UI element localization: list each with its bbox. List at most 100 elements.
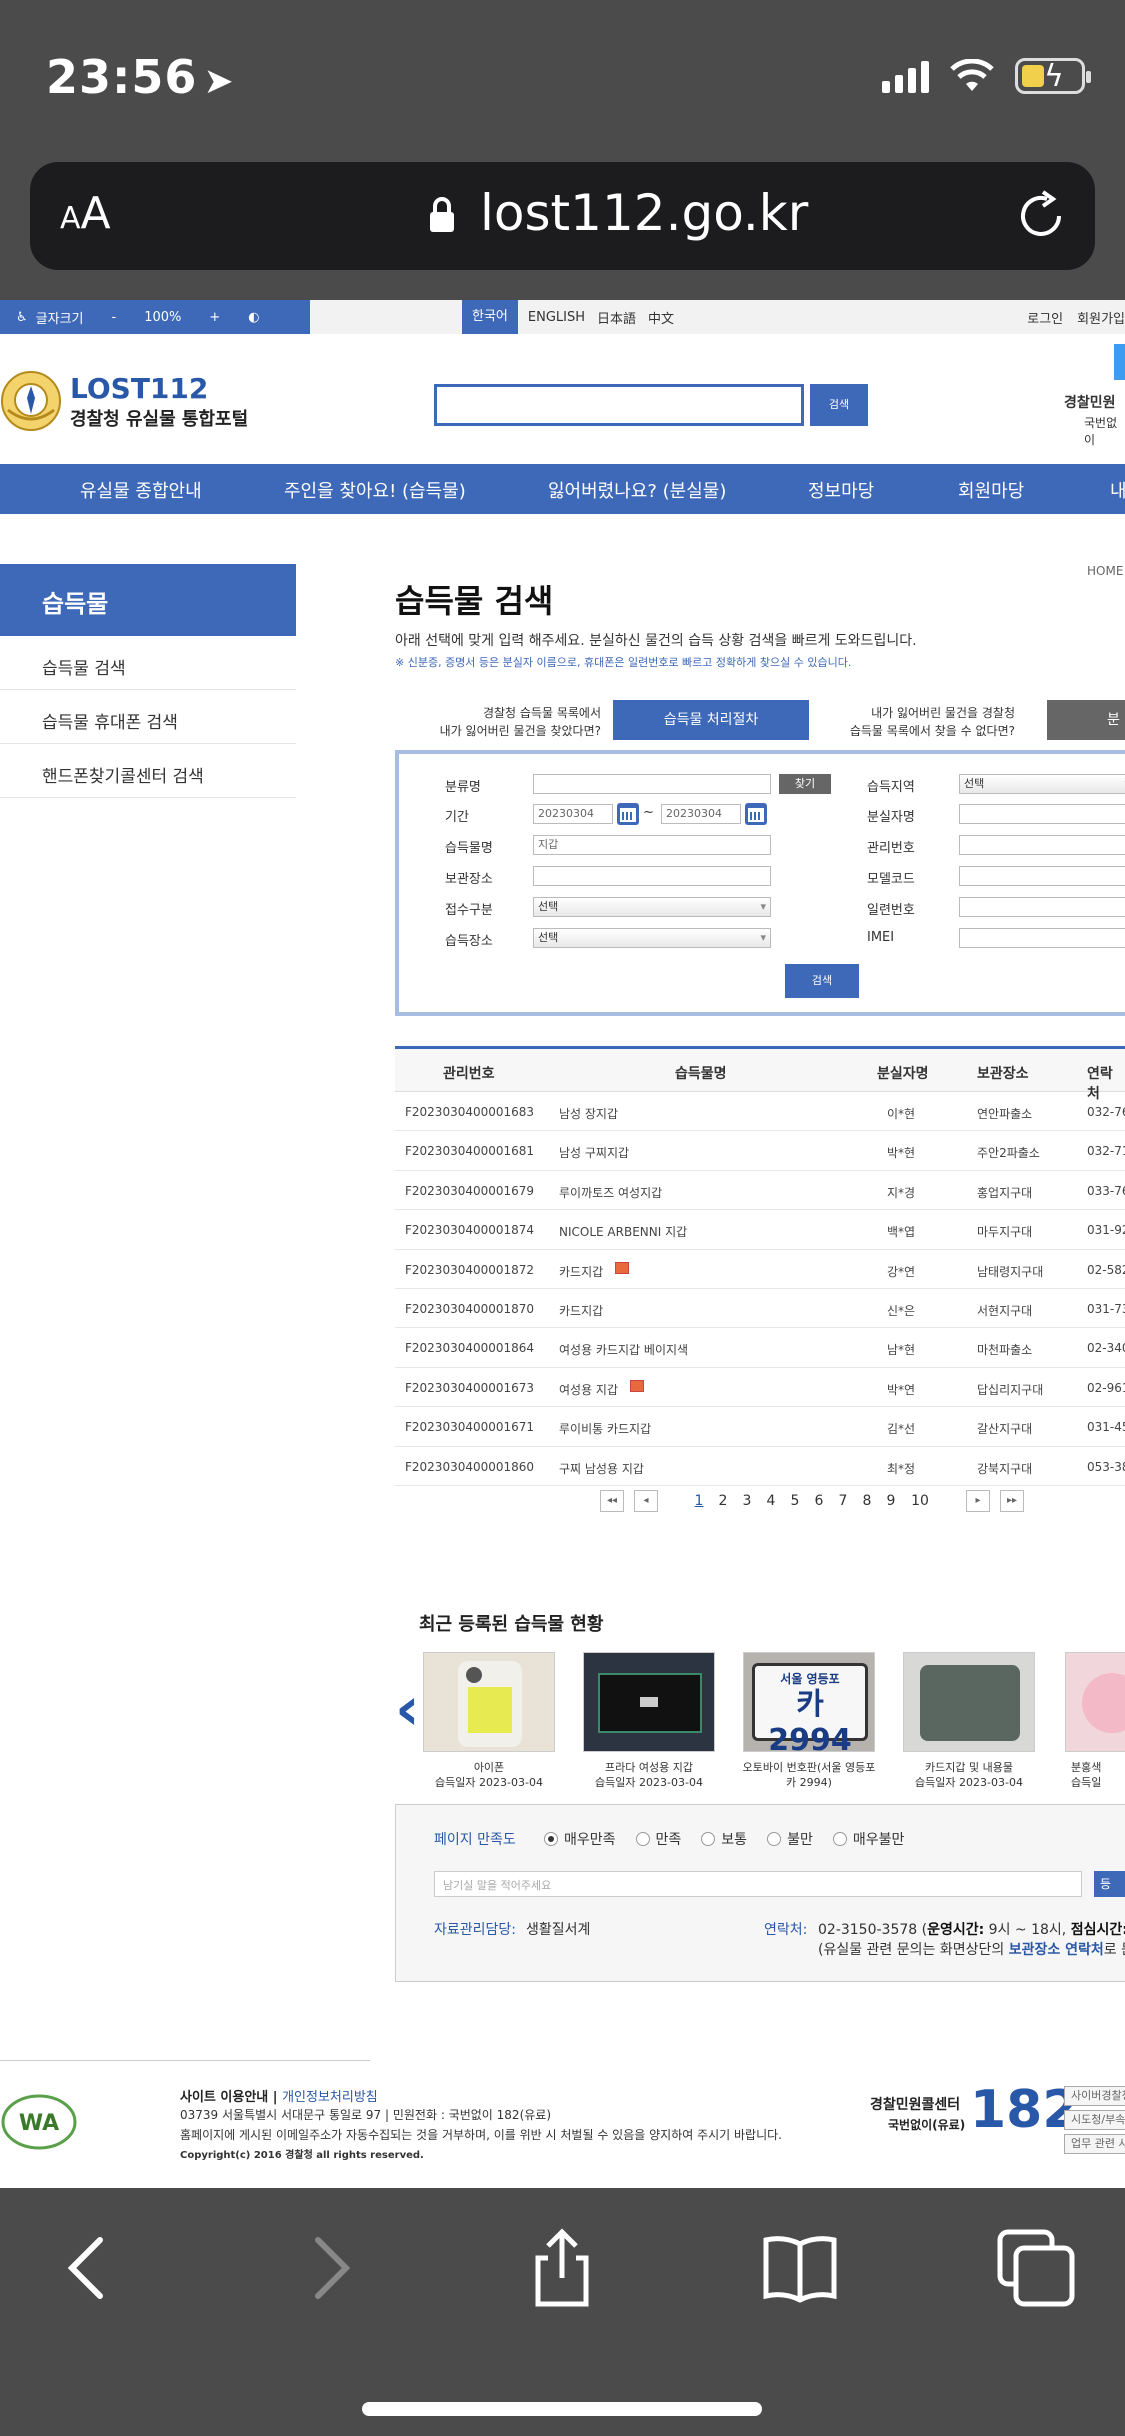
page-3[interactable]: 3 (740, 1493, 754, 1509)
page-7[interactable]: 7 (836, 1493, 850, 1509)
calendar-from-icon[interactable] (617, 803, 639, 825)
font-minus-button[interactable]: - (112, 310, 117, 325)
forward-icon[interactable] (290, 2228, 370, 2308)
table-row[interactable]: F2023030400001864 여성용 카드지갑 베이지색 남*현 마천파출소 02… (395, 1328, 1125, 1368)
tabs-icon[interactable] (996, 2228, 1076, 2308)
survey-option-satisfied[interactable]: 만족 (635, 1829, 681, 1849)
pager-prev-button[interactable]: ◂ (634, 1490, 658, 1512)
lang-japanese[interactable]: 日本語 (597, 308, 636, 327)
serial-input[interactable] (959, 897, 1125, 917)
radio-icon[interactable] (635, 1832, 650, 1846)
footer-link-cyber-police[interactable]: 사이버경찰청 (1064, 2086, 1125, 2106)
lang-chinese[interactable]: 中文 (648, 308, 674, 327)
table-row[interactable]: F2023030400001870 카드지갑 신*은 서현지구대 031-736-6 (395, 1289, 1125, 1329)
footer-link-related[interactable]: 업무 관련 사 (1064, 2134, 1125, 2154)
contrast-icon[interactable]: ◐ (248, 310, 259, 325)
page-6[interactable]: 6 (812, 1493, 826, 1509)
table-row[interactable]: F2023030400001860 구찌 남성용 지갑 최*정 강북지구대 053-38… (395, 1447, 1125, 1486)
form-search-button[interactable]: 검색 (785, 964, 859, 998)
row-name[interactable]: 남성 장지갑 (559, 1105, 618, 1122)
item-name-input[interactable]: 지갑 (533, 835, 771, 855)
row-name[interactable]: 루이까토즈 여성지갑 (559, 1184, 662, 1201)
mgmt-input[interactable] (959, 835, 1125, 855)
nav-guide[interactable]: 유실물 종합안내 (80, 477, 202, 503)
category-input[interactable] (533, 774, 771, 794)
date-to-input[interactable]: 20230304 (661, 804, 741, 824)
join-link[interactable]: 회원가입 (1077, 308, 1125, 327)
owner-input[interactable] (959, 804, 1125, 824)
row-name[interactable]: 카드지갑 (559, 1302, 603, 1319)
table-row[interactable]: F2023030400001671 루이비통 카드지갑 김*선 갈산지구대 031-45… (395, 1407, 1125, 1447)
breadcrumb[interactable]: HOME (1087, 564, 1123, 578)
page-8[interactable]: 8 (860, 1493, 874, 1509)
radio-icon[interactable] (767, 1832, 782, 1846)
row-name[interactable]: 루이비통 카드지갑 (559, 1420, 651, 1437)
share-icon[interactable] (522, 2228, 602, 2308)
nav-lost[interactable]: 잃어버렸나요? (분실물) (548, 477, 726, 503)
process-guide-button[interactable]: 습득물 처리절차 (613, 700, 809, 740)
row-name[interactable]: NICOLE ARBENNI 지갑 (559, 1223, 687, 1240)
nav-found[interactable]: 주인을 찾아요! (습득물) (284, 477, 466, 503)
page-2[interactable]: 2 (716, 1493, 730, 1509)
text-size-button[interactable]: AA (60, 188, 111, 239)
nav-more[interactable]: 내 (1110, 477, 1125, 503)
page-9[interactable]: 9 (884, 1493, 898, 1509)
table-row[interactable]: F2023030400001681 남성 구찌지갑 박*현 주안2파출소 032-717… (395, 1131, 1125, 1171)
login-link[interactable]: 로그인 (1027, 308, 1063, 327)
recent-item-3[interactable]: 서울 영등포 카 2994 오토바이 번호판(서울 영등포 카 2994) (739, 1652, 879, 1790)
model-input[interactable] (959, 866, 1125, 886)
recent-item-4[interactable]: 카드지갑 및 내용물 습득일자 2023-03-04 (899, 1652, 1039, 1790)
page-10[interactable]: 10 (908, 1493, 932, 1509)
lang-korean[interactable]: 한국어 (462, 300, 518, 334)
receipt-select[interactable]: 선택 (533, 897, 771, 917)
survey-submit-button[interactable]: 등 (1094, 1871, 1125, 1897)
site-search-button[interactable]: 검색 (810, 384, 868, 426)
table-row[interactable]: F2023030400001874 NICOLE ARBENNI 지갑 백*엽 마두지… (395, 1210, 1125, 1250)
survey-option-very-dissatisfied[interactable]: 매우불만 (832, 1829, 904, 1849)
pager-first-button[interactable]: ◂◂ (600, 1490, 624, 1512)
url-text[interactable]: lost112.go.kr (480, 184, 808, 242)
page-1[interactable]: 1 (692, 1493, 706, 1509)
nav-info[interactable]: 정보마당 (808, 477, 874, 503)
row-name[interactable]: 여성용 지갑 (559, 1381, 618, 1398)
header-tab[interactable] (1114, 344, 1125, 380)
privacy-link[interactable]: 개인정보처리방침 (282, 2090, 378, 2105)
radio-icon[interactable] (832, 1832, 847, 1846)
sidebar-item-found-search[interactable]: 습득물 검색 (0, 636, 296, 690)
survey-option-neutral[interactable]: 보통 (701, 1829, 747, 1849)
date-from-input[interactable]: 20230304 (533, 804, 613, 824)
site-logo[interactable]: LOST112 경찰청 유실물 통합포털 (0, 370, 248, 432)
place-select[interactable]: 선택 (533, 928, 771, 948)
row-name[interactable]: 카드지갑 (559, 1263, 603, 1280)
nav-member[interactable]: 회원마당 (958, 477, 1024, 503)
radio-icon[interactable] (701, 1832, 716, 1846)
contact-note-link[interactable]: 보관장소 연락처 (1009, 1942, 1104, 1958)
font-plus-button[interactable]: + (209, 310, 220, 325)
survey-option-dissatisfied[interactable]: 불만 (767, 1829, 813, 1849)
row-name[interactable]: 남성 구찌지갑 (559, 1144, 629, 1161)
recent-item-1[interactable]: 아이폰 습득일자 2023-03-04 (419, 1652, 559, 1790)
site-info-link[interactable]: 사이트 이용안내 (180, 2090, 268, 2105)
table-row[interactable]: F2023030400001673 여성용 지갑 박*연 답십리지구대 02-961-4 (395, 1368, 1125, 1408)
category-find-button[interactable]: 찾기 (779, 774, 831, 794)
storage-input[interactable] (533, 866, 771, 886)
calendar-to-icon[interactable] (745, 803, 767, 825)
carousel-prev-icon[interactable]: ‹ (395, 1674, 420, 1744)
table-row[interactable]: F2023030400001679 루이까토즈 여성지갑 지*경 홍업지구대 033-7… (395, 1171, 1125, 1211)
recent-item-5[interactable]: 분홍색 습득일 (1059, 1652, 1125, 1790)
radio-icon[interactable] (544, 1832, 558, 1846)
reload-icon[interactable] (1015, 190, 1067, 242)
page-4[interactable]: 4 (764, 1493, 778, 1509)
sidebar-item-phone-search[interactable]: 습득물 휴대폰 검색 (0, 690, 296, 744)
lang-english[interactable]: ENGLISH (528, 310, 585, 325)
bookmarks-icon[interactable] (760, 2228, 840, 2308)
back-icon[interactable] (48, 2228, 128, 2308)
region-select[interactable]: 선택 (959, 774, 1125, 794)
page-5[interactable]: 5 (788, 1493, 802, 1509)
site-search-input[interactable] (434, 384, 804, 426)
imei-input[interactable] (959, 928, 1125, 948)
address-bar[interactable]: AA lost112.go.kr (30, 162, 1095, 270)
lost-report-button[interactable]: 분 (1047, 700, 1125, 740)
table-row[interactable]: F2023030400001872 카드지갑 강*연 남태령지구대 02-582-84 (395, 1250, 1125, 1289)
pager-last-button[interactable]: ▸▸ (1000, 1490, 1024, 1512)
